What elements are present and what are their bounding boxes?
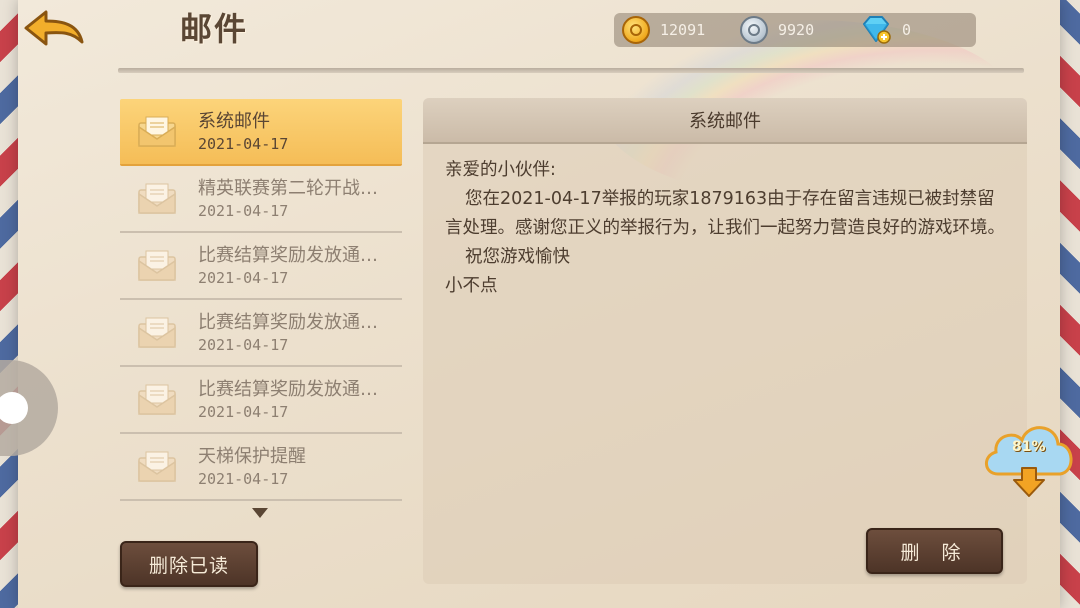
mail-list-item[interactable]: 比赛结算奖励发放通… 2021-04-17 (120, 367, 402, 434)
silver-amount: 9920 (778, 21, 815, 39)
envelope-icon (138, 249, 176, 281)
mail-body-text: 您在2021-04-17举报的玩家1879163由于存在留言违规已被封禁留言处理… (445, 189, 1005, 238)
mail-subject: 比赛结算奖励发放通… (198, 245, 378, 266)
mail-date: 2021-04-17 (198, 336, 289, 354)
diamond-plus-icon[interactable] (860, 15, 892, 45)
mail-wish: 祝您游戏愉快 (465, 247, 570, 267)
mail-subject: 精英联赛第二轮开战… (198, 178, 378, 199)
download-cloud-icon[interactable] (980, 414, 1078, 500)
scroll-down-arrow-icon[interactable] (252, 508, 268, 518)
envelope-icon (138, 450, 176, 482)
envelope-icon (138, 115, 176, 147)
delete-button[interactable]: 删 除 (866, 528, 1003, 574)
mail-list-item[interactable]: 系统邮件 2021-04-17 (120, 99, 402, 166)
mail-list-item[interactable]: 天梯保护提醒 2021-04-17 (120, 434, 402, 501)
mail-list-item[interactable]: 比赛结算奖励发放通… 2021-04-17 (120, 300, 402, 367)
envelope-icon (138, 182, 176, 214)
envelope-icon (138, 316, 176, 348)
silver-currency: 9920 (740, 13, 814, 47)
back-arrow-icon[interactable] (22, 8, 86, 52)
assistive-dot-icon (0, 392, 28, 424)
mail-date: 2021-04-17 (198, 135, 289, 153)
mail-greeting: 亲爱的小伙伴: (445, 160, 556, 180)
gold-currency: 12091 (622, 13, 705, 47)
gold-amount: 12091 (660, 21, 706, 39)
mail-date: 2021-04-17 (198, 269, 289, 287)
silver-coin-icon (740, 16, 768, 44)
mail-body: 亲爱的小伙伴: 您在2021-04-17举报的玩家1879163由于存在留言违规… (445, 156, 1005, 301)
mail-content-title: 系统邮件 (423, 98, 1027, 144)
gold-coin-icon (622, 16, 650, 44)
currency-bar: 12091 9920 0 (614, 13, 976, 47)
mail-subject: 天梯保护提醒 (198, 446, 306, 467)
download-percent: 81% (1012, 439, 1046, 455)
mail-content-panel: 系统邮件 亲爱的小伙伴: 您在2021-04-17举报的玩家1879163由于存… (423, 98, 1027, 584)
header-divider (118, 68, 1024, 73)
page-title: 邮件 (180, 10, 249, 48)
diamond-currency[interactable]: 0 (860, 13, 911, 47)
mail-subject: 比赛结算奖励发放通… (198, 312, 378, 333)
delete-read-button[interactable]: 删除已读 (120, 541, 258, 587)
mail-list-item[interactable]: 精英联赛第二轮开战… 2021-04-17 (120, 166, 402, 233)
mail-date: 2021-04-17 (198, 202, 289, 220)
mail-list[interactable]: 系统邮件 2021-04-17 精英联赛第二轮开战… 2021-04-17 比赛… (120, 99, 402, 501)
mail-date: 2021-04-17 (198, 470, 289, 488)
mail-list-item[interactable]: 比赛结算奖励发放通… 2021-04-17 (120, 233, 402, 300)
diamond-amount: 0 (902, 21, 912, 39)
mail-signature: 小不点 (445, 276, 498, 296)
mail-subject: 比赛结算奖励发放通… (198, 379, 378, 400)
mail-date: 2021-04-17 (198, 403, 289, 421)
envelope-icon (138, 383, 176, 415)
mail-subject: 系统邮件 (198, 111, 270, 132)
